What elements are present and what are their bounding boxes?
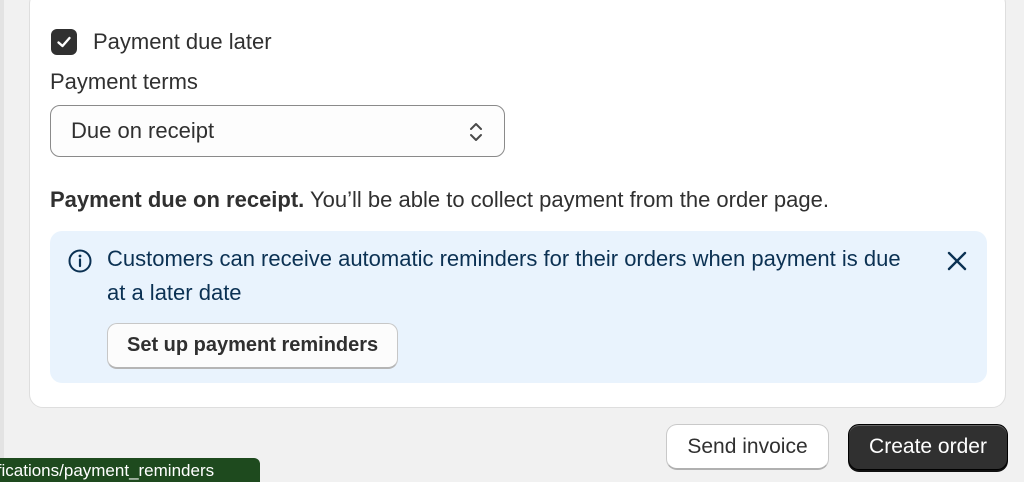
info-icon bbox=[68, 249, 92, 273]
payment-summary-text: Payment due on receipt. You’ll be able t… bbox=[50, 187, 829, 213]
send-invoice-button[interactable]: Send invoice bbox=[666, 424, 829, 470]
banner-message: Customers can receive automatic reminder… bbox=[107, 246, 901, 305]
page-left-edge bbox=[0, 0, 4, 478]
payment-due-later-checkbox[interactable] bbox=[51, 29, 77, 55]
payment-terms-label: Payment terms bbox=[50, 69, 198, 94]
close-icon[interactable] bbox=[945, 249, 969, 273]
payment-terms-select[interactable]: Due on receipt bbox=[50, 105, 505, 157]
link-status-bar: ifications/payment_reminders bbox=[0, 458, 260, 482]
status-url: ifications/payment_reminders bbox=[0, 461, 215, 480]
payment-summary-bold: Payment due on receipt. bbox=[50, 187, 305, 212]
payment-terms-value: Due on receipt bbox=[71, 118, 215, 143]
payment-summary-rest: You’ll be able to collect payment from t… bbox=[304, 187, 829, 212]
reminders-info-banner: Customers can receive automatic reminder… bbox=[50, 231, 987, 383]
payment-card: Payment due later Payment terms Due on r… bbox=[29, 0, 1006, 408]
payment-due-later-label[interactable]: Payment due later bbox=[93, 29, 272, 55]
set-up-reminders-button[interactable]: Set up payment reminders bbox=[107, 323, 399, 369]
checkmark-icon bbox=[57, 36, 71, 48]
select-chevron-icon bbox=[470, 123, 482, 141]
payment-due-later-row[interactable]: Payment due later bbox=[51, 29, 272, 55]
create-order-button[interactable]: Create order bbox=[848, 424, 1008, 470]
